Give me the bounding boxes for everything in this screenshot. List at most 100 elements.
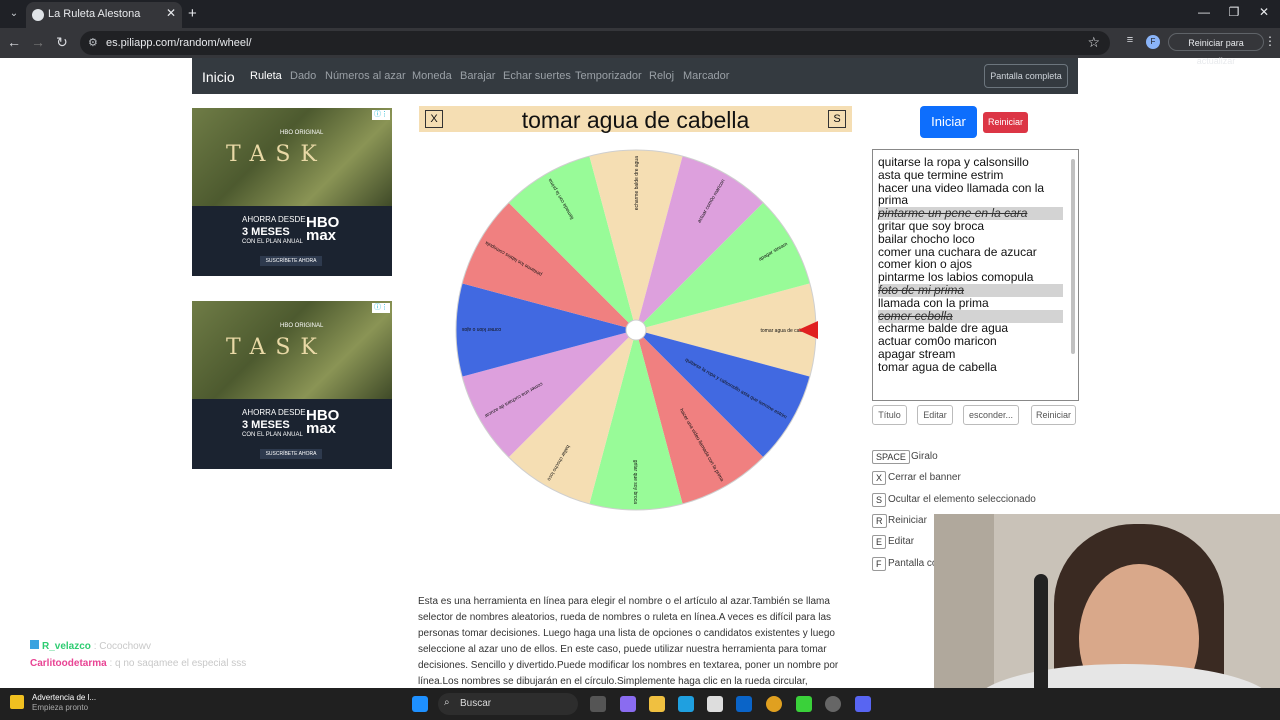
notification[interactable]: Advertencia de l... Empieza pronto [10, 693, 96, 713]
nav-link-marcador[interactable]: Marcador [683, 70, 729, 82]
nav-link-temporizador[interactable]: Temporizador [575, 70, 642, 82]
ad-line3: CON EL PLAN ANUAL [242, 239, 303, 245]
chrome-icon[interactable] [766, 696, 782, 712]
forward-icon[interactable]: → [30, 34, 46, 50]
ad-banner-1[interactable]: HBO ORIGINAL TASK AHORRA DESDE 3 MESES C… [192, 108, 392, 276]
nav-link-moneda[interactable]: Moneda [412, 70, 452, 82]
window-close-icon[interactable]: ✕ [1254, 5, 1274, 19]
wheel-segment-label: echarme balde dre agua [634, 156, 640, 210]
reading-list-icon[interactable]: ≡ [1122, 34, 1138, 46]
more-menu-icon[interactable]: ⋮ [1264, 34, 1276, 48]
shortcut-key: S [872, 492, 887, 507]
task-view-icon[interactable] [590, 696, 606, 712]
spin-wheel[interactable]: tomar agua de cabellaquitarse la ropa y … [454, 148, 818, 512]
kick-icon[interactable] [796, 696, 812, 712]
result-text: tomar agua de cabella [521, 107, 750, 133]
wheel-segment-label: comer kion o ajos [462, 326, 502, 332]
search-label: Buscar [460, 698, 492, 709]
browser-tab[interactable]: La Ruleta Alestona ✕ [26, 2, 182, 28]
favicon-icon [32, 9, 44, 21]
shortcut-key: R [872, 513, 887, 528]
copilot-icon[interactable] [620, 696, 636, 712]
ad-line1: AHORRA DESDE [242, 215, 306, 224]
ad-logo: HBO max [306, 407, 340, 437]
minimize-icon[interactable]: — [1194, 5, 1214, 19]
scrollbar[interactable] [1069, 151, 1077, 399]
nav-brand-home[interactable]: Inicio [202, 69, 235, 85]
option-line[interactable]: llamada con la prima [878, 296, 1063, 310]
shortcut-description: Giralo [911, 451, 938, 462]
notification-title: Advertencia de l... [32, 693, 97, 702]
reset-button[interactable]: Reiniciar [983, 112, 1028, 133]
ad-info-icon[interactable]: ⓘ⋮ [372, 303, 390, 313]
shortcut-description: Ocultar el elemento seleccionado [888, 493, 1036, 505]
option-line[interactable]: bailar chocho loco [878, 232, 1063, 246]
nav-link-reloj[interactable]: Reloj [649, 70, 674, 82]
taskbar: Advertencia de l... Empieza pronto ⌕ Bus… [0, 688, 1280, 720]
shortcut-description: Cerrar el banner [888, 472, 961, 484]
chat-line: R_velazco : Cocochowv [30, 640, 151, 652]
close-banner-button[interactable]: X [425, 110, 443, 128]
edit-button[interactable]: Editar [917, 405, 953, 425]
chat-user: Carlitoodetarma [30, 658, 107, 669]
scrollbar-thumb[interactable] [1071, 159, 1075, 354]
description-text: Esta es una herramienta en línea para el… [418, 596, 839, 687]
taskbar-search[interactable]: ⌕ Buscar [438, 693, 578, 715]
title-button[interactable]: Título [872, 405, 907, 425]
update-button[interactable]: Reiniciar para actualizar [1168, 33, 1264, 66]
shortcut-key: SPACE [872, 450, 910, 464]
reload-icon[interactable]: ↻ [54, 34, 70, 51]
wheel-segment-label: gritar que soy broca [632, 460, 638, 504]
url-text: es.piliapp.com/random/wheel/ [106, 37, 252, 49]
ad-cta[interactable]: SUSCRÍBETE AHORA [260, 449, 322, 459]
search-icon: ⌕ [444, 697, 450, 708]
start-menu-icon[interactable] [412, 696, 428, 712]
nav-link-numeros[interactable]: Números al azar [325, 70, 406, 82]
file-explorer-icon[interactable] [649, 696, 665, 712]
shortcut-key: F [872, 556, 886, 571]
ad-cta[interactable]: SUSCRÍBETE AHORA [260, 256, 322, 266]
fullscreen-button[interactable]: Pantalla completa [984, 64, 1068, 88]
shortcut-key: E [872, 535, 887, 550]
ad-brand-small: HBO ORIGINAL [280, 323, 324, 329]
ad-line2: 3 MESES [242, 419, 290, 431]
ad-line3: CON EL PLAN ANUAL [242, 432, 303, 438]
ad-logo: HBO max [306, 214, 340, 244]
option-line[interactable]: asta que termine estrim [878, 168, 1063, 182]
chat-user: R_velazco [42, 641, 91, 652]
tab-search-icon[interactable]: ⌄ [6, 6, 22, 22]
start-button[interactable]: Iniciar [920, 106, 977, 138]
store-icon[interactable] [707, 696, 723, 712]
hide-button[interactable]: esconder... [963, 405, 1019, 425]
discord-icon[interactable] [855, 696, 871, 712]
site-info-icon[interactable]: ⚙ [88, 36, 98, 49]
edge-icon[interactable] [678, 696, 694, 712]
options-textarea[interactable]: quitarse la ropa y calsonsillo asta que t… [872, 149, 1079, 401]
reset-list-button[interactable]: Reiniciar [1031, 405, 1076, 425]
tab-title: La Ruleta Alestona [48, 8, 141, 20]
nav-link-ruleta[interactable]: Ruleta [250, 70, 282, 82]
nav-link-dado[interactable]: Dado [290, 70, 316, 82]
shortcut-description: Reiniciar [888, 514, 927, 526]
hide-selected-button[interactable]: S [828, 110, 846, 128]
profile-avatar[interactable]: F [1146, 35, 1160, 49]
maximize-icon[interactable]: ❐ [1224, 5, 1244, 19]
obs-icon[interactable] [825, 696, 841, 712]
outlook-icon[interactable] [736, 696, 752, 712]
wheel-hub[interactable] [625, 319, 647, 341]
ad-line2: 3 MESES [242, 226, 290, 238]
nav-link-barajar[interactable]: Barajar [460, 70, 495, 82]
nav-link-echar-suertes[interactable]: Echar suertes [503, 70, 571, 82]
result-banner: tomar agua de cabella X S [419, 106, 852, 133]
ad-title: TASK [226, 335, 327, 360]
tab-close-icon[interactable]: ✕ [166, 6, 176, 20]
notification-subtitle: Empieza pronto [32, 703, 89, 712]
address-bar[interactable]: ⚙ es.piliapp.com/random/wheel/ ☆ [80, 31, 1110, 55]
bookmark-star-icon[interactable]: ☆ [1087, 34, 1100, 51]
ad-info-icon[interactable]: ⓘ⋮ [372, 110, 390, 120]
ad-banner-2[interactable]: HBO ORIGINAL TASK AHORRA DESDE 3 MESES C… [192, 301, 392, 469]
new-tab-icon[interactable]: + [188, 5, 197, 22]
shortcut-description: Editar [888, 536, 915, 548]
back-icon[interactable]: ← [6, 34, 22, 50]
option-line[interactable]: tomar agua de cabella [878, 360, 1063, 374]
